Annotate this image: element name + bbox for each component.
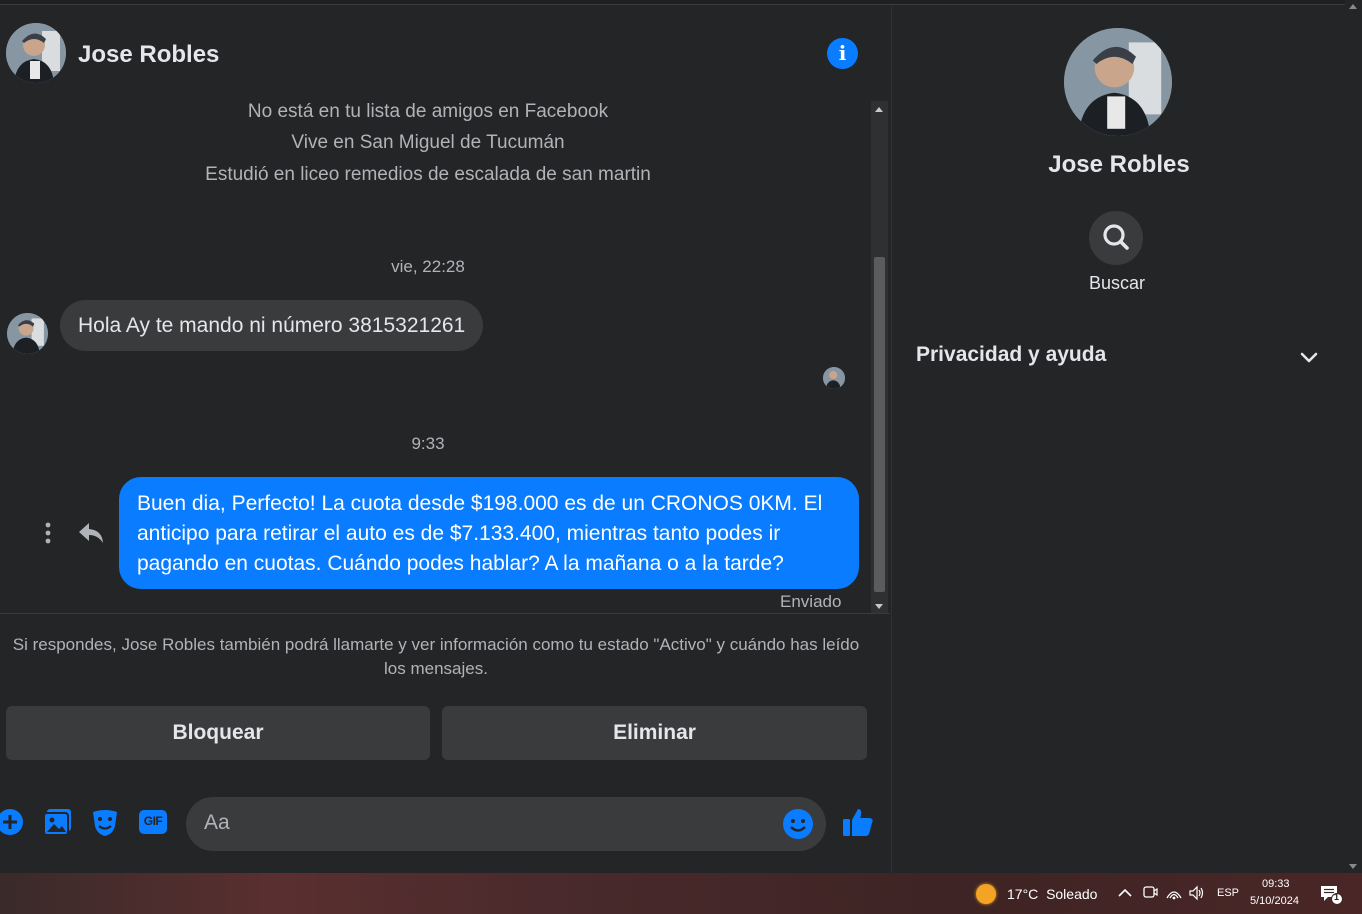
conversation-details-panel: Jose Robles Buscar Privacidad y ayuda bbox=[891, 5, 1345, 873]
avatar-photo-icon bbox=[7, 313, 48, 354]
search-button[interactable] bbox=[1089, 211, 1143, 265]
contact-name[interactable]: Jose Robles bbox=[78, 41, 219, 69]
message-timestamp: vie, 22:28 bbox=[391, 257, 465, 276]
scroll-up-arrow-icon[interactable] bbox=[1349, 4, 1357, 9]
chat-panel: Jose Robles i No está en tu lista de ami… bbox=[0, 5, 890, 873]
avatar-photo-icon bbox=[823, 367, 845, 389]
weather-condition: Soleado bbox=[1046, 886, 1098, 902]
profile-friend-status: No está en tu lista de amigos en Faceboo… bbox=[247, 101, 609, 122]
chevron-up-icon[interactable] bbox=[1116, 884, 1134, 902]
chat-header: Jose Robles i bbox=[0, 5, 890, 101]
scroll-down-arrow-icon[interactable] bbox=[1349, 864, 1357, 869]
avatar-photo-icon bbox=[6, 23, 66, 83]
weather-temperature: 17°C bbox=[1007, 886, 1039, 902]
notification-center-icon[interactable]: 1 bbox=[1320, 885, 1344, 905]
divider bbox=[0, 613, 890, 614]
seen-receipt-avatar bbox=[823, 367, 845, 389]
windows-taskbar: 17°C Soleado ESP 09:33 5/10/2024 1 bbox=[0, 873, 1362, 914]
weather-widget[interactable]: 17°C Soleado bbox=[1007, 886, 1097, 902]
message-input[interactable]: Aa bbox=[186, 797, 826, 851]
sun-icon[interactable] bbox=[976, 884, 996, 904]
delete-button[interactable]: Eliminar bbox=[442, 706, 867, 760]
profile-location: Vive en San Miguel de Tucumán bbox=[291, 132, 565, 153]
sender-avatar[interactable] bbox=[7, 313, 48, 354]
messenger-window: Jose Robles i No está en tu lista de ami… bbox=[0, 0, 1362, 914]
search-label[interactable]: Buscar bbox=[892, 273, 1342, 294]
profile-education: Estudió en liceo remedios de escalada de… bbox=[205, 164, 651, 185]
wifi-icon[interactable] bbox=[1165, 884, 1183, 902]
scroll-down-arrow-icon[interactable] bbox=[875, 604, 883, 609]
page-scrollbar[interactable] bbox=[1345, 0, 1362, 873]
message-timestamp: 9:33 bbox=[411, 434, 445, 453]
outgoing-message-bubble[interactable]: Buen dia, Perfecto! La cuota desde $198.… bbox=[119, 477, 859, 589]
sticker-icon[interactable] bbox=[89, 806, 121, 838]
more-options-icon[interactable] bbox=[36, 521, 60, 545]
search-icon bbox=[1103, 224, 1129, 250]
clock-time[interactable]: 09:33 bbox=[1262, 878, 1290, 890]
privacy-help-section[interactable]: Privacidad y ayuda bbox=[916, 343, 1106, 367]
input-language[interactable]: ESP bbox=[1217, 887, 1239, 899]
message-scrollbar[interactable] bbox=[871, 101, 888, 614]
emoji-icon[interactable] bbox=[782, 808, 814, 840]
meet-now-icon[interactable] bbox=[1141, 884, 1159, 902]
scroll-thumb[interactable] bbox=[874, 257, 885, 592]
scroll-up-arrow-icon[interactable] bbox=[875, 107, 883, 112]
gif-icon[interactable]: GIF bbox=[137, 806, 169, 838]
info-icon[interactable]: i bbox=[827, 38, 858, 69]
incoming-message-bubble[interactable]: Hola Ay te mando ni número 3815321261 bbox=[60, 300, 484, 351]
contact-avatar[interactable] bbox=[6, 23, 66, 83]
block-button[interactable]: Bloquear bbox=[6, 706, 430, 760]
profile-name[interactable]: Jose Robles bbox=[892, 151, 1346, 179]
like-icon[interactable] bbox=[841, 806, 873, 838]
avatar-photo-icon bbox=[1064, 28, 1172, 136]
photo-icon[interactable] bbox=[42, 806, 74, 838]
message-status: Enviado bbox=[780, 592, 842, 611]
chevron-down-icon[interactable] bbox=[1298, 346, 1320, 368]
reply-privacy-notice: Si respondes, Jose Robles también podrá … bbox=[12, 635, 860, 678]
clock-date[interactable]: 5/10/2024 bbox=[1250, 895, 1299, 907]
gif-icon-label: GIF bbox=[143, 814, 163, 828]
message-list: No está en tu lista de amigos en Faceboo… bbox=[0, 101, 890, 614]
notification-count: 1 bbox=[1334, 892, 1340, 902]
reply-icon[interactable] bbox=[77, 521, 105, 545]
message-input-placeholder: Aa bbox=[204, 811, 230, 834]
volume-icon[interactable] bbox=[1188, 884, 1206, 902]
profile-avatar[interactable] bbox=[1064, 28, 1172, 136]
plus-icon[interactable] bbox=[0, 806, 26, 838]
